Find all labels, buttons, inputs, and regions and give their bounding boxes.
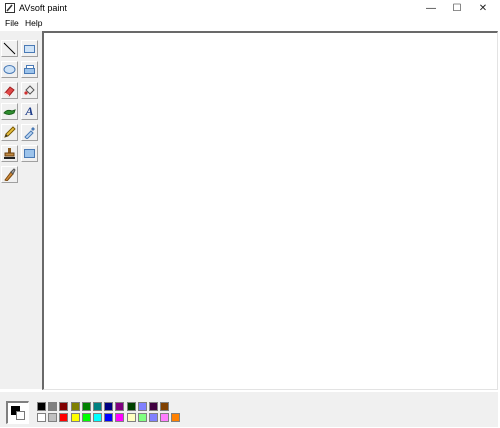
line-tool[interactable]	[1, 40, 18, 57]
palette-color-swatch[interactable]	[137, 402, 147, 411]
close-icon: ✕	[478, 2, 488, 14]
palette-color-swatch[interactable]	[126, 402, 136, 411]
background-color-swatch	[16, 411, 25, 420]
menu-help[interactable]: Help	[25, 18, 42, 28]
drawing-canvas[interactable]	[42, 31, 498, 390]
palette-color-swatch[interactable]	[48, 413, 58, 422]
palette-color-swatch[interactable]	[70, 413, 80, 422]
current-colors-indicator[interactable]	[6, 401, 29, 424]
menu-file[interactable]: File	[5, 18, 19, 28]
title-bar: AVsoft paint — ☐ ✕	[0, 0, 500, 16]
eraser-icon	[4, 86, 15, 97]
ellipse-tool[interactable]	[1, 61, 18, 78]
brush-icon	[3, 109, 16, 115]
filled-rectangle-tool[interactable]	[21, 61, 38, 78]
palette-color-swatch[interactable]	[93, 402, 102, 411]
palette-color-swatch[interactable]	[160, 402, 170, 411]
color-palette-bar	[0, 391, 498, 427]
line-icon	[3, 42, 16, 55]
stamp-tool[interactable]	[1, 145, 18, 162]
brush-tool[interactable]	[1, 103, 18, 120]
minimize-button[interactable]: —	[418, 0, 444, 16]
palette-color-swatch[interactable]	[70, 402, 80, 411]
palette-color-swatch[interactable]	[59, 402, 69, 411]
palette-color-swatch[interactable]	[81, 413, 91, 422]
palette-color-swatch[interactable]	[160, 413, 170, 422]
palette-color-swatch[interactable]	[104, 413, 114, 422]
palette-color-swatch[interactable]	[115, 402, 125, 411]
palette-color-swatch[interactable]	[81, 402, 91, 411]
select-icon	[24, 149, 35, 158]
eraser-tool[interactable]	[1, 82, 18, 99]
palette-color-swatch[interactable]	[171, 413, 181, 422]
palette-color-swatch[interactable]	[149, 413, 158, 422]
maximize-button[interactable]: ☐	[444, 0, 470, 16]
ellipse-icon	[3, 65, 16, 74]
fill-bucket-icon	[24, 85, 35, 95]
filled-rectangle-icon	[24, 65, 35, 74]
palette-color-swatch[interactable]	[37, 402, 46, 411]
palette-color-swatch[interactable]	[104, 402, 114, 411]
palette-color-swatch[interactable]	[59, 413, 69, 422]
menu-bar: File Help	[0, 16, 500, 30]
palette-color-swatch[interactable]	[137, 413, 147, 422]
text-icon: A	[25, 104, 34, 118]
rectangle-icon	[24, 45, 35, 53]
palette-color-swatch[interactable]	[37, 413, 46, 422]
pencil-icon	[4, 126, 16, 138]
close-button[interactable]: ✕	[470, 0, 496, 16]
color-picker-tool[interactable]	[21, 124, 38, 141]
app-icon	[5, 3, 15, 13]
palette-color-swatch[interactable]	[93, 413, 102, 422]
fill-bucket-tool[interactable]	[21, 82, 38, 99]
spray-brush-tool[interactable]	[1, 166, 18, 183]
eyedropper-icon	[24, 127, 35, 139]
minimize-icon: —	[426, 2, 436, 14]
window-title: AVsoft paint	[19, 3, 67, 13]
stamp-icon	[4, 148, 15, 159]
palette-color-swatch[interactable]	[48, 402, 58, 411]
spray-brush-icon	[4, 168, 16, 181]
pencil-tool[interactable]	[1, 124, 18, 141]
palette-color-swatch[interactable]	[126, 413, 136, 422]
palette-color-swatch[interactable]	[115, 413, 125, 422]
palette-color-swatch[interactable]	[149, 402, 158, 411]
select-tool[interactable]	[21, 145, 38, 162]
maximize-icon: ☐	[452, 2, 462, 14]
rectangle-tool[interactable]	[21, 40, 38, 57]
text-tool[interactable]: A	[21, 103, 38, 120]
toolbox: A	[0, 31, 42, 389]
